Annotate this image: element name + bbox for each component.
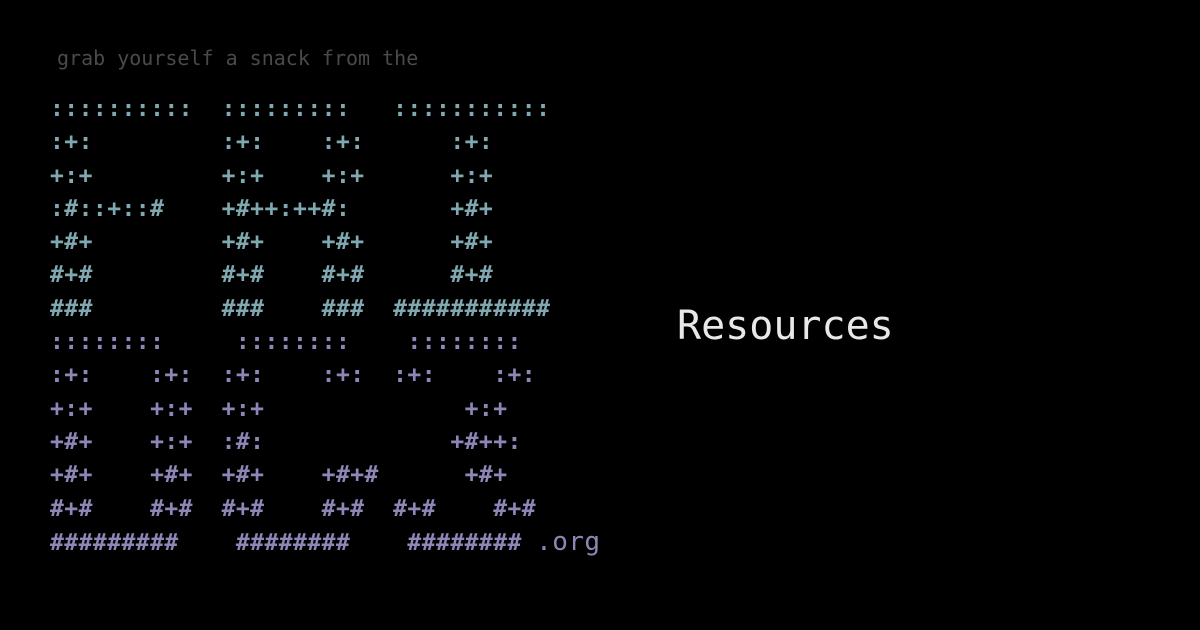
ascii-logo-row: ### ### ### ########### xyxy=(50,295,551,322)
tagline: grab yourself a snack from the xyxy=(57,46,419,70)
ascii-logo: :::::::::: ::::::::: ::::::::::: :+: :+:… xyxy=(50,93,601,559)
ascii-logo-row: +#+ +#+ +#+ +#+# +#+ xyxy=(50,462,508,489)
ascii-logo-row: #+# #+# #+# #+# #+# #+# xyxy=(50,495,537,522)
ascii-logo-row: :+: :+: :+: :+: xyxy=(50,129,494,156)
ascii-logo-row: :::::::: :::::::: :::::::: xyxy=(50,329,522,356)
ascii-logo-row: :#::+::# +#++:++#: +#+ xyxy=(50,195,494,222)
ascii-logo-row: +#+ +#+ +#+ +#+ xyxy=(50,229,494,256)
ascii-logo-row: +:+ +:+ +:+ +:+ xyxy=(50,162,494,189)
ascii-logo-row-text: ######### ######## ######## xyxy=(50,529,522,556)
ascii-logo-row: :::::::::: ::::::::: ::::::::::: xyxy=(50,96,551,122)
ascii-logo-row: +#+ +:+ :#: +#++: xyxy=(50,428,522,455)
ascii-logo-row: #+# #+# #+# #+# xyxy=(50,262,494,289)
org-suffix: .org xyxy=(536,526,601,557)
headline: Resources xyxy=(677,303,894,349)
ascii-logo-row: +:+ +:+ +:+ +:+ xyxy=(50,395,508,422)
ascii-logo-last-row: ######### ######## ######## .org xyxy=(50,526,601,559)
ascii-logo-row: :+: :+: :+: :+: :+: :+: xyxy=(50,362,537,389)
